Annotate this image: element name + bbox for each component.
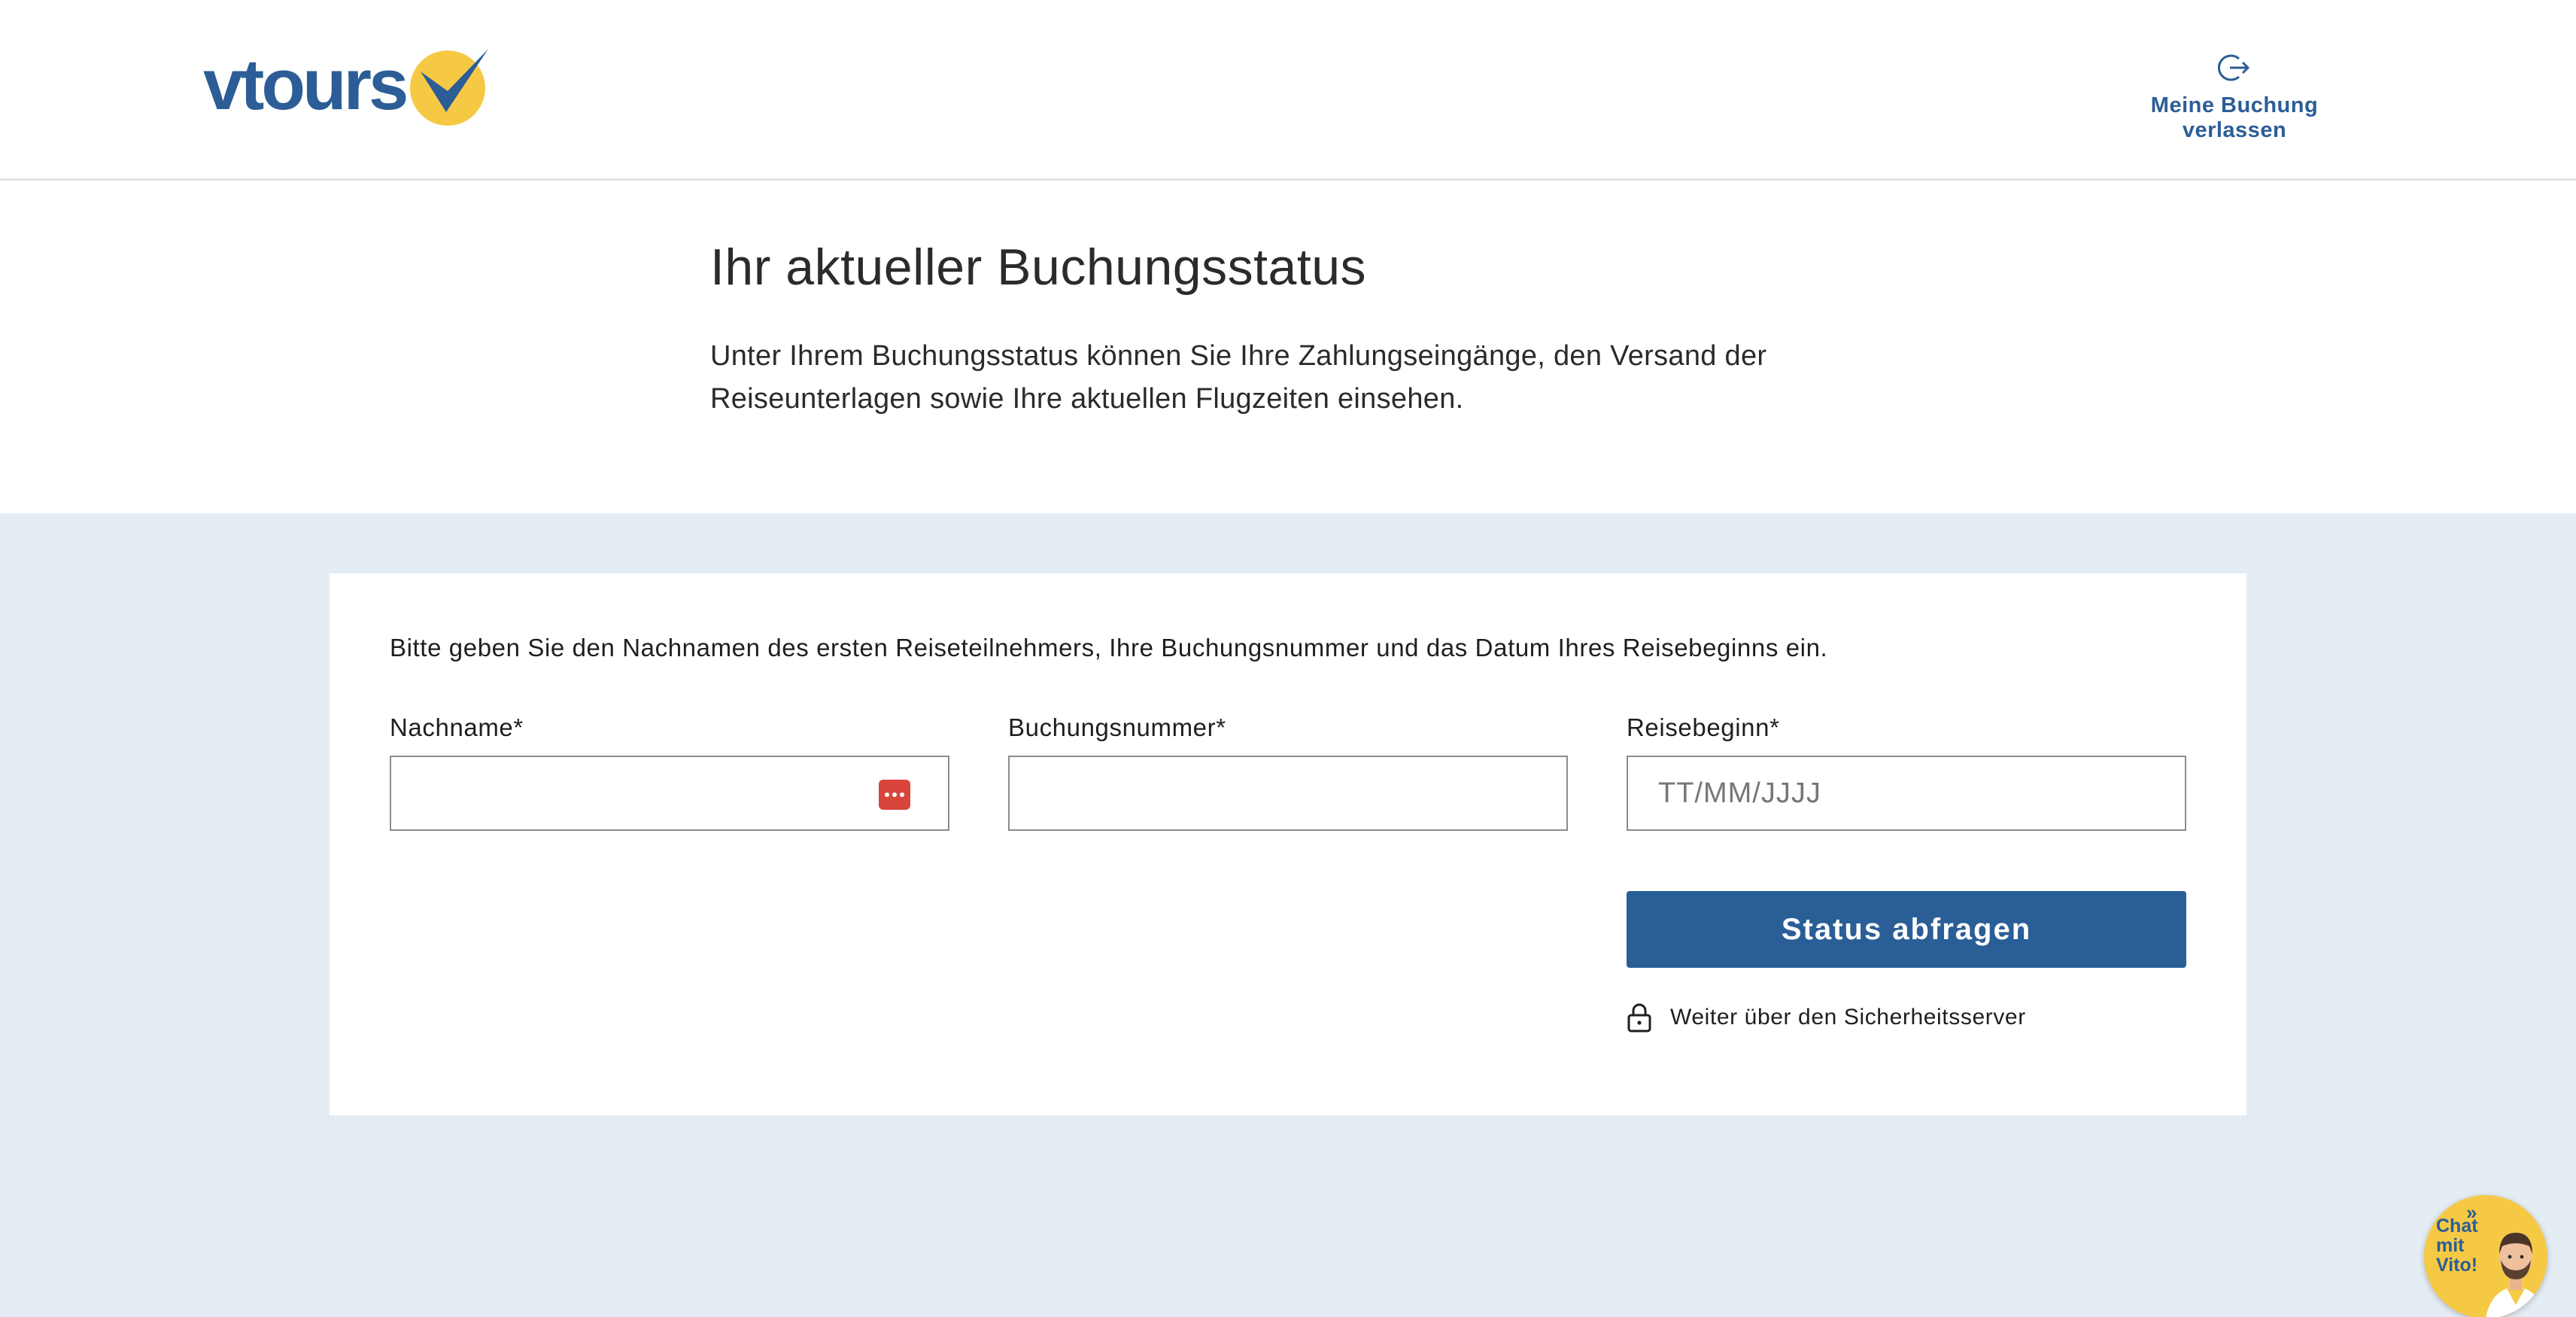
chat-with-vito-button[interactable]: » Chat mit Vito! bbox=[2424, 1195, 2547, 1317]
checkmark-logo-icon bbox=[410, 47, 489, 126]
chat-label: Chat mit Vito! bbox=[2436, 1215, 2478, 1276]
leave-booking-label: Meine Buchung verlassen bbox=[2150, 93, 2319, 142]
vito-avatar-icon bbox=[2486, 1233, 2546, 1317]
booking-number-field: Buchungsnummer* bbox=[1008, 713, 1568, 831]
lock-icon bbox=[1627, 1003, 1651, 1033]
booking-number-input[interactable] bbox=[1010, 757, 1566, 829]
vtours-logo[interactable]: vtours bbox=[203, 44, 489, 126]
lastname-label: Nachname* bbox=[390, 713, 524, 741]
leave-booking-link[interactable]: Meine Buchung verlassen bbox=[2099, 53, 2370, 143]
booking-number-label: Buchungsnummer* bbox=[1008, 713, 1226, 741]
page-title: Ihr aktueller Buchungsstatus bbox=[710, 239, 1367, 296]
form-instruction: Bitte geben Sie den Nachnamen des ersten… bbox=[390, 634, 1828, 662]
logo-text: vtours bbox=[203, 44, 409, 125]
intro-section: Ihr aktueller Buchungsstatus Unter Ihrem… bbox=[710, 239, 1914, 421]
status-query-button[interactable]: Status abfragen bbox=[1627, 891, 2186, 968]
logout-icon bbox=[2218, 54, 2250, 81]
secure-server-note: Weiter über den Sicherheitsserver bbox=[1627, 1002, 2026, 1033]
lastname-field: Nachname* bbox=[390, 713, 949, 831]
travel-start-label: Reisebeginn* bbox=[1627, 713, 1780, 741]
lastname-input[interactable] bbox=[391, 757, 948, 829]
travel-start-field: Reisebeginn* bbox=[1627, 713, 2186, 831]
booking-status-form: Bitte geben Sie den Nachnamen des ersten… bbox=[330, 573, 2246, 1115]
intro-text: Unter Ihrem Buchungsstatus können Sie Ih… bbox=[710, 339, 1767, 415]
site-header: vtours Meine Buchung verlassen bbox=[0, 0, 2576, 181]
password-manager-icon[interactable] bbox=[879, 780, 910, 810]
travel-start-input[interactable] bbox=[1628, 757, 2185, 829]
secure-server-label: Weiter über den Sicherheitsserver bbox=[1670, 1005, 2026, 1030]
